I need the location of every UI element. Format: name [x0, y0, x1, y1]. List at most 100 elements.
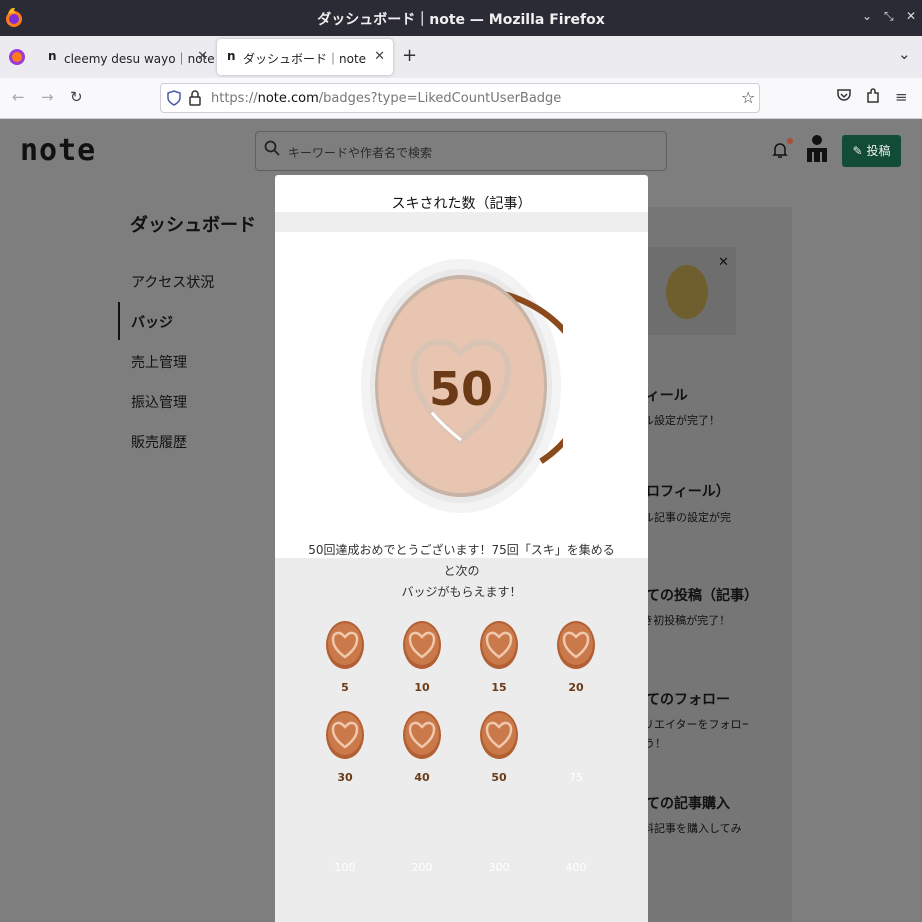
badge-200[interactable]: 200 — [392, 801, 452, 881]
note-favicon-icon: n — [48, 49, 57, 63]
minimize-button[interactable]: ⌄ — [862, 9, 872, 23]
close-tab-icon[interactable]: ✕ — [197, 49, 208, 64]
badge-item-desc-2: ！ — [632, 839, 744, 855]
badge-progress-dial: 50 — [333, 257, 589, 515]
note-favicon-icon: n — [227, 49, 236, 63]
heart-badge-icon — [480, 711, 518, 759]
badge-100[interactable]: 100 — [315, 801, 375, 881]
window-titlebar: ダッシュボード｜note — Mozilla Firefox ⌄ ⤡ ✕ — [0, 0, 922, 36]
heart-badge-icon — [326, 621, 364, 669]
window-title: ダッシュボード｜note — Mozilla Firefox — [317, 12, 605, 28]
tab-dashboard[interactable]: n ダッシュボード｜note ✕ — [217, 39, 393, 75]
heart-badge-icon — [403, 711, 441, 759]
badge-10[interactable]: 10 — [392, 621, 452, 701]
url-path: /badges?type=LikedCountUserBadge — [318, 91, 562, 106]
note-logo[interactable]: note — [20, 133, 96, 168]
url-bar[interactable]: https://note.com/badges?type=LikedCountU… — [160, 83, 760, 113]
dashboard-title: ダッシュボード — [130, 215, 256, 236]
tab-label: ダッシュボード｜note — [243, 52, 367, 66]
search-icon — [264, 140, 280, 161]
close-icon[interactable]: ✕ — [718, 255, 729, 270]
url-text: https://note.com/badges?type=LikedCountU… — [211, 91, 561, 106]
badge-count-label: 50 — [491, 771, 507, 784]
notification-bell-icon[interactable] — [772, 138, 793, 164]
message-line-2: バッジがもらえます！ — [401, 585, 522, 599]
badge-item-title: めてのフォロー — [632, 692, 730, 708]
heart-badge-icon — [326, 711, 364, 759]
badge-item-title: めての投稿（記事） — [632, 588, 758, 604]
post-button-label: 投稿 — [866, 144, 891, 158]
badge-item-title: プロフィール） — [632, 484, 730, 500]
badge-30[interactable]: 30 — [315, 711, 375, 791]
bookmark-star-icon[interactable]: ☆ — [741, 88, 755, 107]
heart-badge-icon — [557, 621, 595, 669]
tab-cleemy[interactable]: n cleemy desu wayo｜note ✕ — [38, 39, 216, 75]
active-indicator — [118, 302, 120, 340]
new-tab-button[interactable]: + — [402, 45, 417, 66]
maximize-button[interactable]: ⤡ — [884, 9, 894, 24]
badge-item-title: めての記事購入 — [632, 796, 730, 812]
badge-count-label: 400 — [565, 861, 587, 874]
badge-item-desc: きなクリエイターをフォロー — [632, 718, 748, 731]
badge-item-desc: めて有料記事を購入してみ — [632, 822, 742, 835]
badge-15[interactable]: 15 — [469, 621, 529, 701]
url-prefix: https:// — [211, 91, 258, 106]
reload-icon[interactable]: ↻ — [70, 88, 83, 106]
current-badge-number: 50 — [428, 362, 493, 416]
badge-20[interactable]: 20 — [546, 621, 606, 701]
badge-count-label: 10 — [414, 681, 430, 694]
extensions-icon[interactable] — [866, 88, 880, 108]
badge-count-label: 15 — [491, 681, 507, 694]
forward-arrow-icon[interactable]: → — [41, 88, 54, 106]
badge-item-desc: ール記事の設定が完 — [632, 511, 731, 524]
heart-badge-icon — [403, 621, 441, 669]
badge-count-label: 75 — [569, 771, 583, 784]
close-tab-icon[interactable]: ✕ — [374, 49, 385, 64]
pencil-icon: ✎ — [852, 144, 863, 158]
badge-5[interactable]: 5 — [315, 621, 375, 701]
firefox-view-icon[interactable] — [9, 49, 25, 65]
pocket-icon[interactable] — [837, 88, 851, 106]
badge-item-title: フィール — [632, 388, 688, 404]
search-placeholder: キーワードや作者名で検索 — [288, 146, 433, 160]
badge-item-desc: ール設定が完了！ — [632, 414, 720, 427]
badge-40[interactable]: 40 — [392, 711, 452, 791]
menu-hamburger-icon[interactable]: ≡ — [895, 88, 908, 106]
badge-count-label: 30 — [337, 771, 353, 784]
sidebar-item-transfers[interactable]: 振込管理 — [131, 392, 187, 412]
modal-title: スキされた数（記事） — [391, 196, 532, 212]
back-arrow-icon[interactable]: ← — [12, 88, 25, 106]
modal-header-divider — [275, 212, 648, 232]
avatar[interactable] — [805, 134, 829, 168]
post-button[interactable]: ✎ 投稿 — [842, 135, 901, 167]
badge-count-label: 200 — [411, 861, 433, 874]
lock-icon[interactable] — [189, 90, 201, 110]
badge-300[interactable]: 300 — [469, 801, 529, 881]
sidebar-item-badges[interactable]: バッジ — [131, 312, 173, 332]
gold-badge-icon — [666, 265, 708, 319]
close-window-button[interactable]: ✕ — [906, 9, 916, 23]
badge-count-label: 40 — [414, 771, 430, 784]
message-line-1: 50回達成おめでとうございます！75回「スキ」を集めると次の — [308, 543, 615, 578]
badge-75[interactable]: 75 — [546, 711, 606, 791]
badge-count-label: 300 — [488, 861, 510, 874]
badge-400[interactable]: 400 — [546, 801, 606, 881]
sidebar-item-history[interactable]: 販売履歴 — [131, 432, 187, 452]
search-input[interactable]: キーワードや作者名で検索 — [255, 131, 667, 171]
badge-item-desc: 念すべき初投稿が完了！ — [632, 614, 731, 627]
sidebar-item-access[interactable]: アクセス状況 — [131, 272, 214, 292]
progress-message: 50回達成おめでとうございます！75回「スキ」を集めると次の バッジがもらえます… — [305, 540, 618, 603]
url-domain: note.com — [257, 91, 319, 106]
notification-dot — [787, 138, 793, 144]
tab-label: cleemy desu wayo｜note — [64, 52, 215, 66]
badge-50[interactable]: 50 — [469, 711, 529, 791]
badge-item-desc-2: しょう！ — [632, 737, 666, 750]
list-tabs-button[interactable]: ⌄ — [898, 45, 911, 63]
shield-icon[interactable] — [167, 90, 181, 110]
tab-strip: n cleemy desu wayo｜note ✕ n ダッシュボード｜note… — [0, 36, 922, 78]
badge-count-label: 20 — [568, 681, 584, 694]
badge-count-label: 5 — [341, 681, 349, 694]
badge-count-label: 100 — [334, 861, 356, 874]
badge-modal: スキされた数（記事） 50 50回達成おめでとうございます！75回「スキ」を集め… — [275, 175, 648, 922]
sidebar-item-sales[interactable]: 売上管理 — [131, 352, 187, 372]
